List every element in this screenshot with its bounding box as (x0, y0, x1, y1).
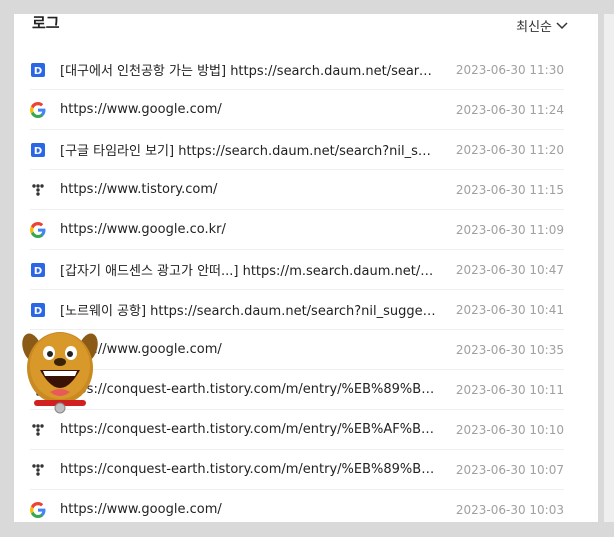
svg-text:D: D (34, 306, 42, 317)
mascot-dog-icon (22, 332, 98, 414)
daum-icon: D (30, 262, 46, 278)
log-link[interactable]: https://www.tistory.com/ (60, 182, 456, 197)
log-row[interactable]: https://www.google.com/2023-06-30 11:24 (30, 90, 564, 130)
daum-icon: D (30, 62, 46, 78)
log-header: 로그 최신순 (14, 14, 598, 50)
log-time: 2023-06-30 10:47 (455, 262, 564, 277)
log-link[interactable]: https://conquest-earth.tistory.com/m/ent… (60, 382, 456, 397)
log-row[interactable]: D [대구에서 인천공항 가는 방법] https://search.daum.n… (30, 50, 564, 90)
log-time: 2023-06-30 10:41 (455, 302, 564, 317)
svg-text:D: D (34, 146, 42, 157)
log-time: 2023-06-30 10:35 (455, 342, 564, 357)
log-link[interactable]: https://www.google.com/ (60, 502, 456, 517)
sort-dropdown[interactable]: 최신순 (516, 16, 568, 35)
sort-label: 최신순 (516, 20, 552, 35)
log-row[interactable]: D [갑자기 애드센스 광고가 안떠...] https://m.search.d… (30, 250, 564, 290)
google-icon (30, 501, 46, 518)
log-link[interactable]: [갑자기 애드센스 광고가 안떠...] https://m.search.da… (60, 260, 456, 279)
log-link[interactable]: https://www.google.co.kr/ (60, 222, 456, 237)
log-row[interactable]: https://www.tistory.com/2023-06-30 11:15 (30, 170, 564, 210)
log-time: 2023-06-30 11:09 (455, 222, 564, 237)
page-title: 로그 (32, 14, 60, 32)
scrollbar[interactable] (604, 14, 614, 522)
log-link[interactable]: https://www.google.com/ (60, 342, 456, 357)
daum-icon: D (30, 142, 46, 158)
google-icon (30, 101, 46, 118)
log-time: 2023-06-30 11:24 (455, 102, 564, 117)
log-list: D [대구에서 인천공항 가는 방법] https://search.daum.n… (30, 50, 564, 522)
log-row[interactable]: https://conquest-earth.tistory.com/m/ent… (30, 370, 564, 410)
log-time: 2023-06-30 11:20 (455, 142, 564, 157)
google-icon (30, 221, 46, 238)
log-link[interactable]: https://www.google.com/ (60, 102, 456, 117)
log-row[interactable]: https://www.google.com/2023-06-30 10:35 (30, 330, 564, 370)
log-link[interactable]: [노르웨이 공항] https://search.daum.net/search… (60, 300, 456, 319)
log-panel: 로그 최신순 D [대구에서 인천공항 가는 방법] https://search… (14, 14, 598, 522)
daum-icon: D (30, 302, 46, 318)
log-time: 2023-06-30 10:03 (455, 502, 564, 517)
log-row[interactable]: https://conquest-earth.tistory.com/m/ent… (30, 450, 564, 490)
svg-text:D: D (34, 66, 42, 77)
log-link[interactable]: https://conquest-earth.tistory.com/m/ent… (60, 462, 456, 477)
log-time: 2023-06-30 10:11 (455, 382, 564, 397)
log-time: 2023-06-30 11:30 (455, 62, 564, 77)
log-row[interactable]: https://www.google.co.kr/2023-06-30 11:0… (30, 210, 564, 250)
log-link[interactable]: https://conquest-earth.tistory.com/m/ent… (60, 422, 456, 437)
tistory-icon (30, 462, 46, 478)
tistory-icon (30, 182, 46, 198)
log-link[interactable]: [대구에서 인천공항 가는 방법] https://search.daum.ne… (60, 60, 456, 79)
log-time: 2023-06-30 11:15 (455, 182, 564, 197)
log-time: 2023-06-30 10:07 (455, 462, 564, 477)
log-row[interactable]: https://conquest-earth.tistory.com/m/ent… (30, 410, 564, 450)
log-row[interactable]: D [구글 타임라인 보기] https://search.daum.net/se… (30, 130, 564, 170)
log-link[interactable]: [구글 타임라인 보기] https://search.daum.net/sea… (60, 140, 456, 159)
tistory-icon (30, 422, 46, 438)
log-time: 2023-06-30 10:10 (455, 422, 564, 437)
svg-text:D: D (34, 266, 42, 277)
chevron-down-icon (556, 21, 568, 29)
log-row[interactable]: https://www.google.com/2023-06-30 10:03 (30, 490, 564, 522)
log-row[interactable]: D [노르웨이 공항] https://search.daum.net/searc… (30, 290, 564, 330)
